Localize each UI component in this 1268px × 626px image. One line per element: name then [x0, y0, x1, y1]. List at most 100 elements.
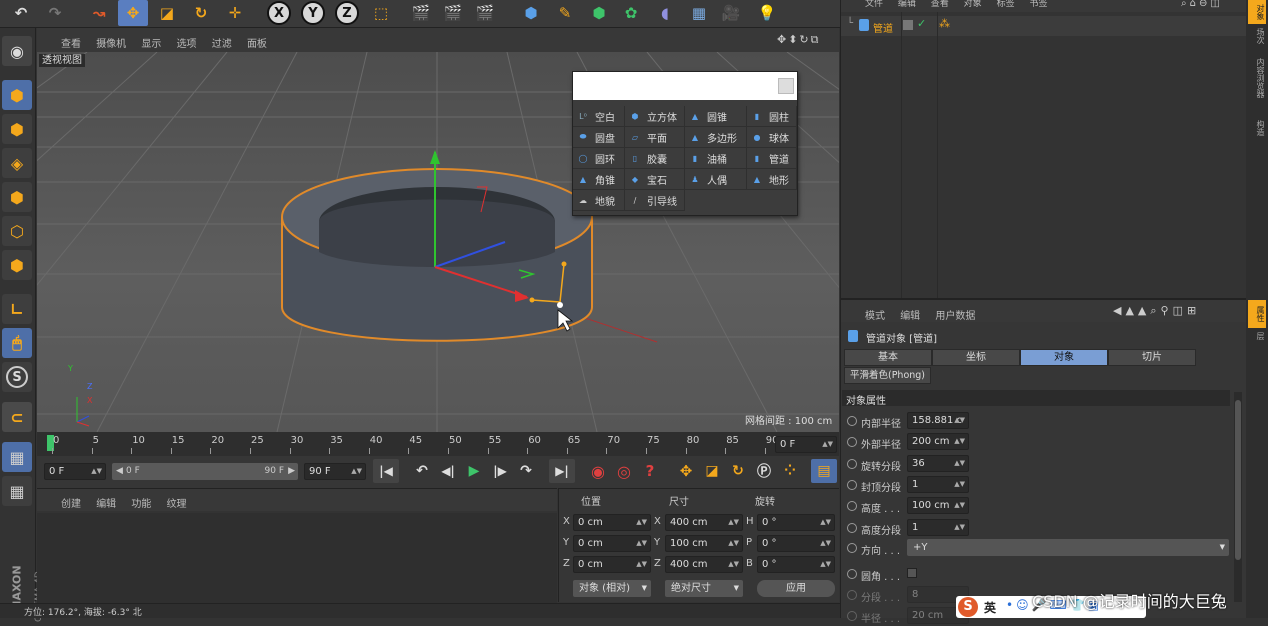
stepper-icon[interactable]: ▲▼ [954, 477, 965, 492]
direction-select[interactable]: +Y ▼ [907, 539, 1229, 556]
side-tab-objects[interactable]: 对象 [1248, 0, 1266, 24]
coord-size-select[interactable]: 绝对尺寸 ▼ [665, 580, 743, 597]
make-editable-icon[interactable]: ◉ [2, 36, 32, 66]
deformer-icon[interactable]: ◖ [650, 0, 680, 26]
pen-spline-icon[interactable]: ✎ [550, 0, 580, 26]
frame-range-slider[interactable]: ◀ 0 F 90 F ▶ [112, 463, 298, 480]
primitive-platonic[interactable]: ◆ 宝石 [625, 169, 685, 190]
render-picture-viewer-icon[interactable]: 🎬 [438, 0, 468, 26]
primitive-cylinder[interactable]: ▮ 圆柱 [747, 106, 797, 127]
prev-key-icon[interactable]: ↶ [409, 459, 435, 483]
recent-tool-icon[interactable]: ✛ [220, 0, 250, 26]
attr-menu-edit[interactable]: 编辑 [900, 311, 920, 322]
size-z-field[interactable]: 400 cm ▲▼ [665, 556, 743, 573]
goto-start-icon[interactable]: |◀ [373, 459, 399, 483]
viewport-menu-panel[interactable]: 面板 [247, 39, 267, 50]
stepper-icon[interactable]: ▲▼ [954, 413, 965, 428]
primitive-guide[interactable]: ∕ 引导线 [625, 190, 685, 211]
range-right-arrow[interactable]: ▶ [288, 463, 295, 480]
animate-radio-icon[interactable] [847, 543, 857, 553]
pos-x-field[interactable]: 0 cm ▲▼ [573, 514, 651, 531]
prop-value-field[interactable]: 36 ▲▼ [907, 454, 969, 472]
auto-key-icon[interactable]: ◎ [611, 459, 637, 483]
workplane-lock-icon[interactable]: ▦ [2, 442, 32, 472]
primitive-landscape[interactable]: ▲ 地形 [747, 169, 797, 190]
attr-menu-mode[interactable]: 模式 [865, 311, 885, 322]
primitive-tube[interactable]: ▮ 管道 [747, 148, 797, 169]
camera-icon[interactable]: 🎥 [716, 0, 746, 26]
key-rotation-icon[interactable]: ↻ [725, 459, 751, 483]
pos-z-field[interactable]: 0 cm ▲▼ [573, 556, 651, 573]
popup-close-button[interactable] [778, 78, 794, 94]
primitive-pyramid[interactable]: ▲ 角锥 [573, 169, 625, 190]
pos-y-field[interactable]: 0 cm ▲▼ [573, 535, 651, 552]
side-tab-content-browser[interactable]: 内容浏览器 [1248, 58, 1266, 118]
live-selection-icon[interactable]: ↝ [84, 0, 114, 26]
primitive-capsule[interactable]: ▯ 胶囊 [625, 148, 685, 169]
rot-h-field[interactable]: 0 ° ▲▼ [757, 514, 835, 531]
timeline-icon[interactable]: ▤ [811, 459, 837, 483]
animate-radio-icon[interactable] [847, 522, 857, 533]
fillet-checkbox[interactable] [907, 568, 917, 578]
primitive-disc[interactable]: ⬬ 圆盘 [573, 127, 625, 148]
om-menu-edit[interactable]: 编辑 [898, 0, 916, 9]
polygons-mode-icon[interactable]: ⬢ [2, 250, 32, 280]
current-frame-field[interactable]: 0 F ▲▼ [775, 436, 837, 453]
material-menu-texture[interactable]: 纹理 [167, 499, 187, 510]
points-mode-icon[interactable]: ⬢ [2, 182, 32, 212]
prop-value-field[interactable]: 1 ▲▼ [907, 518, 969, 536]
snap-icon[interactable]: S [2, 362, 32, 392]
axis-z-button[interactable]: Z [332, 0, 362, 26]
animate-radio-icon[interactable] [847, 437, 857, 448]
stepper-icon[interactable]: ▲▼ [954, 520, 965, 535]
next-frame-icon[interactable]: |▶ [487, 459, 513, 483]
render-view-icon[interactable]: 🎬 [406, 0, 436, 26]
coord-mode-select[interactable]: 对象 (相对) ▼ [573, 580, 651, 597]
om-menu-bookmark[interactable]: 书签 [1029, 0, 1047, 9]
apply-button[interactable]: 应用 [757, 580, 835, 597]
keyframe-selection-icon[interactable]: ? [637, 459, 663, 483]
render-settings-icon[interactable]: 🎬 [470, 0, 500, 26]
animate-radio-icon[interactable] [847, 590, 857, 600]
side-tab-attributes[interactable]: 属性 [1248, 300, 1266, 328]
primitive-sphere[interactable]: ● 球体 [747, 127, 797, 148]
om-toolbar-icons[interactable]: ⌕⌂⊖◫ [1181, 0, 1223, 9]
viewport-menu-options[interactable]: 选项 [177, 39, 197, 50]
object-name[interactable]: 管道 [873, 20, 893, 35]
animate-radio-icon[interactable] [847, 569, 857, 579]
prop-value-field[interactable]: 100 cm ▲▼ [907, 497, 969, 515]
viewport-menu-display[interactable]: 显示 [141, 39, 161, 50]
prop-value-field[interactable]: 200 cm ▲▼ [907, 433, 969, 451]
model-mode-icon[interactable]: ⬢ [2, 80, 32, 110]
animate-radio-icon[interactable] [847, 479, 857, 490]
attr-scrollbar[interactable] [1234, 392, 1242, 602]
key-parameter-icon[interactable]: Ⓟ [751, 459, 777, 483]
primitive-figure[interactable]: ♟ 人偶 [685, 169, 747, 190]
floor-icon[interactable]: ▦ [684, 0, 714, 26]
cube-object-icon[interactable]: ⬢ [516, 0, 546, 26]
attr-menu-userdata[interactable]: 用户数据 [935, 311, 975, 322]
viewport-menu-camera[interactable]: 摄像机 [96, 39, 126, 50]
attr-nav-icons[interactable]: ◀▲▲⌕⚲◫⊞ [1113, 304, 1200, 318]
mograph-icon[interactable]: ✿ [616, 0, 646, 26]
ime-language-label[interactable]: 英 [984, 599, 996, 616]
stepper-icon[interactable]: ▲▼ [954, 434, 965, 449]
stepper-icon[interactable]: ▲▼ [954, 498, 965, 513]
om-menu-object[interactable]: 对象 [964, 0, 982, 9]
prop-value-field[interactable]: 158.881 c ▲▼ [907, 412, 969, 429]
om-menu-file[interactable]: 文件 [865, 0, 883, 9]
om-menu-tag[interactable]: 标签 [997, 0, 1015, 9]
texture-mode-icon[interactable]: ⬢ [2, 114, 32, 144]
rot-p-field[interactable]: 0 ° ▲▼ [757, 535, 835, 552]
animate-radio-icon[interactable] [847, 501, 857, 512]
primitive-torus[interactable]: ◯ 圆环 [573, 148, 625, 169]
tab-slice[interactable]: 切片 [1108, 349, 1196, 366]
side-tab-takes[interactable]: 场次 [1248, 28, 1266, 56]
key-position-icon[interactable]: ✥ [673, 459, 699, 483]
primitive-cone[interactable]: ▲ 圆锥 [685, 106, 747, 127]
primitive-null[interactable]: L⁰ 空白 [573, 106, 625, 127]
axis-x-button[interactable]: X [264, 0, 294, 26]
light-icon[interactable]: 💡 [752, 0, 782, 26]
subdivision-icon[interactable]: ⬢ [584, 0, 614, 26]
viewport-menu-filter[interactable]: 过滤 [212, 39, 232, 50]
